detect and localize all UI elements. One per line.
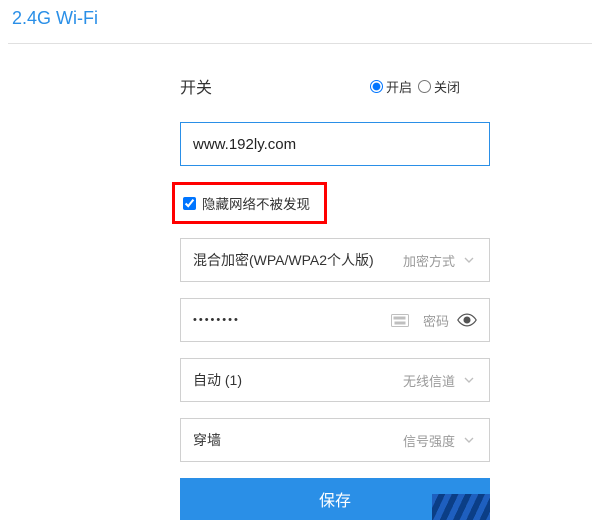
switch-off-label: 关闭 xyxy=(434,77,460,96)
save-button[interactable]: 保存 xyxy=(180,478,490,520)
switch-off-input[interactable] xyxy=(418,80,431,93)
signal-select[interactable]: 穿墙 信号强度 xyxy=(180,418,490,462)
switch-on-radio[interactable]: 开启 xyxy=(370,77,412,96)
signal-value: 穿墙 xyxy=(193,430,403,450)
switch-off-radio[interactable]: 关闭 xyxy=(418,77,460,96)
hide-network-input[interactable] xyxy=(183,197,196,210)
hide-network-checkbox[interactable]: 隐藏网络不被发现 xyxy=(179,187,320,219)
switch-on-label: 开启 xyxy=(386,77,412,96)
password-suffix: 密码 xyxy=(423,311,449,330)
chevron-down-icon xyxy=(461,252,477,268)
encryption-select[interactable]: 混合加密(WPA/WPA2个人版) 加密方式 xyxy=(180,238,490,282)
hide-network-label: 隐藏网络不被发现 xyxy=(202,193,310,213)
ssid-input[interactable] xyxy=(193,136,477,153)
password-field[interactable]: •••••••• 密码 xyxy=(180,298,490,342)
wifi-form: 开关 开启 关闭 隐藏网络不被发现 混合加密(WPA/WPA2个人版) 加密方式 xyxy=(0,44,600,520)
keyboard-icon xyxy=(391,314,409,327)
chevron-down-icon xyxy=(461,432,477,448)
switch-on-input[interactable] xyxy=(370,80,383,93)
channel-value: 自动 (1) xyxy=(193,370,403,390)
channel-suffix: 无线信道 xyxy=(403,371,455,390)
ssid-field[interactable] xyxy=(180,122,490,166)
channel-select[interactable]: 自动 (1) 无线信道 xyxy=(180,358,490,402)
password-masked: •••••••• xyxy=(193,314,391,326)
switch-row: 开关 开启 关闭 xyxy=(0,74,600,98)
encryption-value: 混合加密(WPA/WPA2个人版) xyxy=(193,250,403,270)
signal-suffix: 信号强度 xyxy=(403,431,455,450)
encryption-suffix: 加密方式 xyxy=(403,251,455,270)
switch-radio-group: 开启 关闭 xyxy=(370,77,460,96)
chevron-down-icon xyxy=(461,372,477,388)
eye-icon[interactable] xyxy=(457,313,477,327)
page-title: 2.4G Wi-Fi xyxy=(0,0,600,43)
hide-network-highlight: 隐藏网络不被发现 xyxy=(172,182,327,224)
switch-label: 开关 xyxy=(0,74,370,98)
